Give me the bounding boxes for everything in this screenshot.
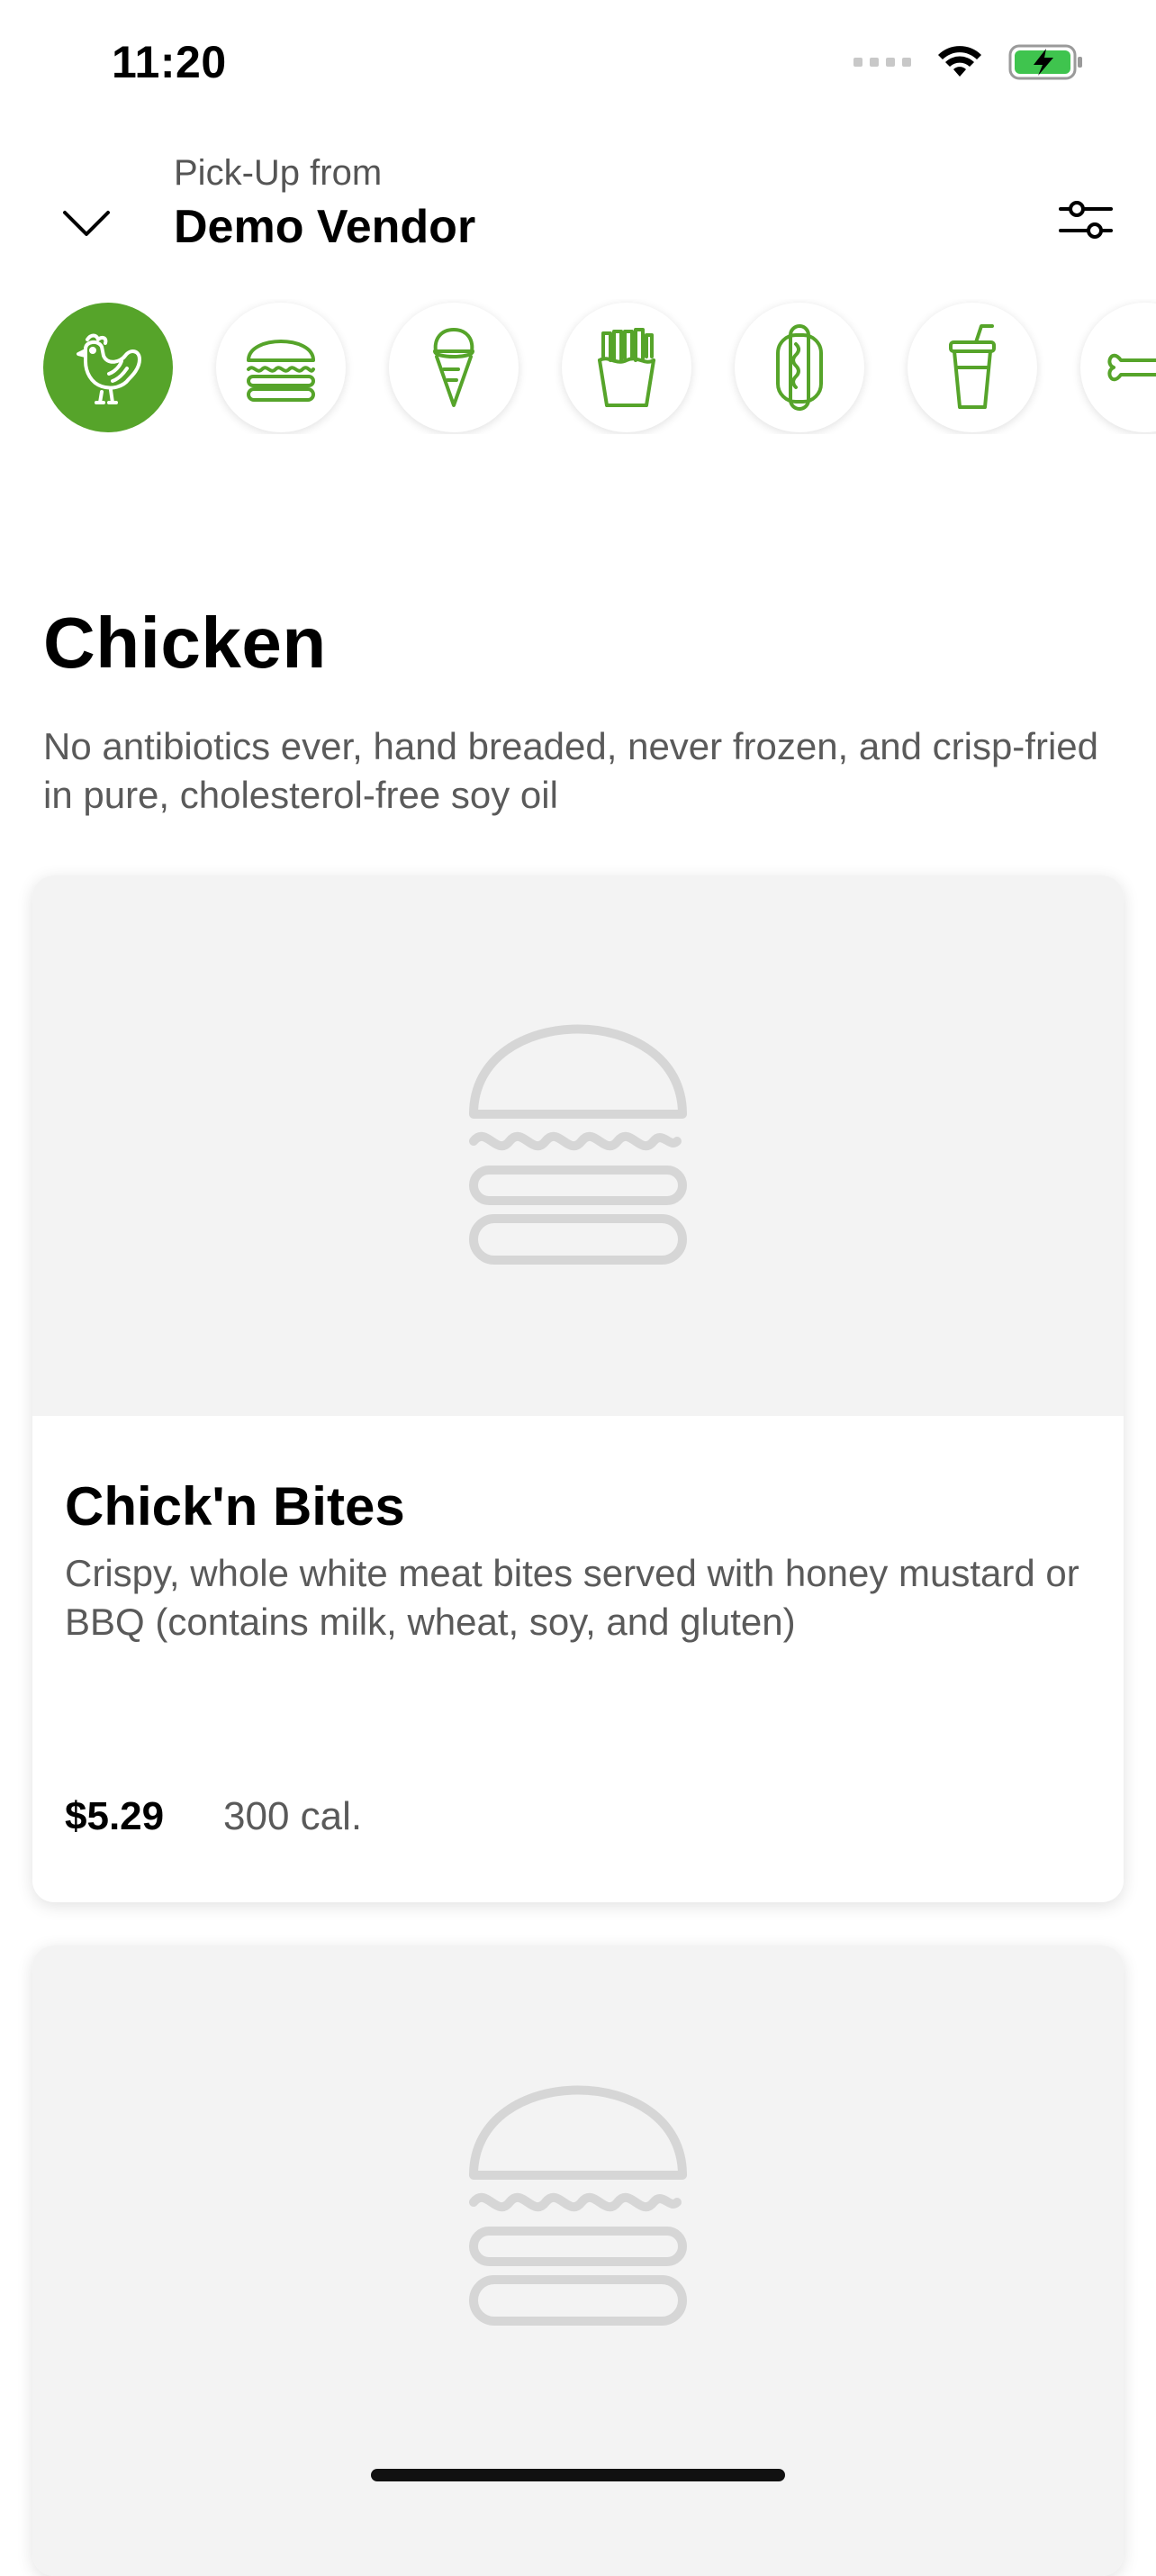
ice-cream-icon xyxy=(433,328,474,407)
category-dog-treats[interactable] xyxy=(1080,303,1156,432)
burger-icon xyxy=(247,340,315,402)
wifi-icon xyxy=(938,46,981,77)
burger-placeholder-icon xyxy=(469,2085,687,2326)
fries-icon xyxy=(598,328,655,407)
status-time: 11:20 xyxy=(112,37,227,87)
filter-button[interactable] xyxy=(1052,186,1120,254)
menu-item-card[interactable]: Chick'n Bites Crispy, whole white meat b… xyxy=(32,875,1124,1902)
category-burgers[interactable] xyxy=(216,303,346,432)
section-description: No antibiotics ever, hand breaded, never… xyxy=(43,725,1099,816)
sliders-icon xyxy=(1059,201,1113,239)
menu-item-card[interactable] xyxy=(32,1946,1124,2576)
home-indicator[interactable] xyxy=(371,2469,785,2481)
dog-bone-icon xyxy=(1107,353,1156,382)
status-icons xyxy=(853,43,1084,81)
category-row xyxy=(0,299,1156,434)
chevron-down-icon xyxy=(63,211,110,236)
item-description: Crispy, whole white meat bites served wi… xyxy=(65,1552,1079,1643)
category-shakes[interactable] xyxy=(389,303,519,432)
battery-charging-icon xyxy=(1008,44,1082,80)
category-fries[interactable] xyxy=(562,303,691,432)
drink-icon xyxy=(949,324,996,409)
item-image-placeholder xyxy=(32,1946,1124,2576)
item-calories: 300 cal. xyxy=(223,1794,363,1838)
signal-icon xyxy=(853,58,911,67)
pickup-label: Pick-Up from xyxy=(174,153,383,193)
item-price: $5.29 xyxy=(65,1794,165,1838)
chicken-icon xyxy=(77,333,141,404)
category-drinks[interactable] xyxy=(908,303,1037,432)
status-bar: 11:20 xyxy=(0,0,1156,126)
change-vendor-button[interactable] xyxy=(54,191,119,256)
vendor-name[interactable]: Demo Vendor xyxy=(174,200,475,254)
item-image-placeholder xyxy=(32,875,1124,1416)
burger-placeholder-icon xyxy=(469,1024,687,1265)
hot-dog-icon xyxy=(776,324,823,411)
category-chicken[interactable] xyxy=(43,303,173,432)
section-title: Chicken xyxy=(43,603,327,683)
category-hot-dogs[interactable] xyxy=(735,303,864,432)
item-name: Chick'n Bites xyxy=(65,1476,405,1537)
